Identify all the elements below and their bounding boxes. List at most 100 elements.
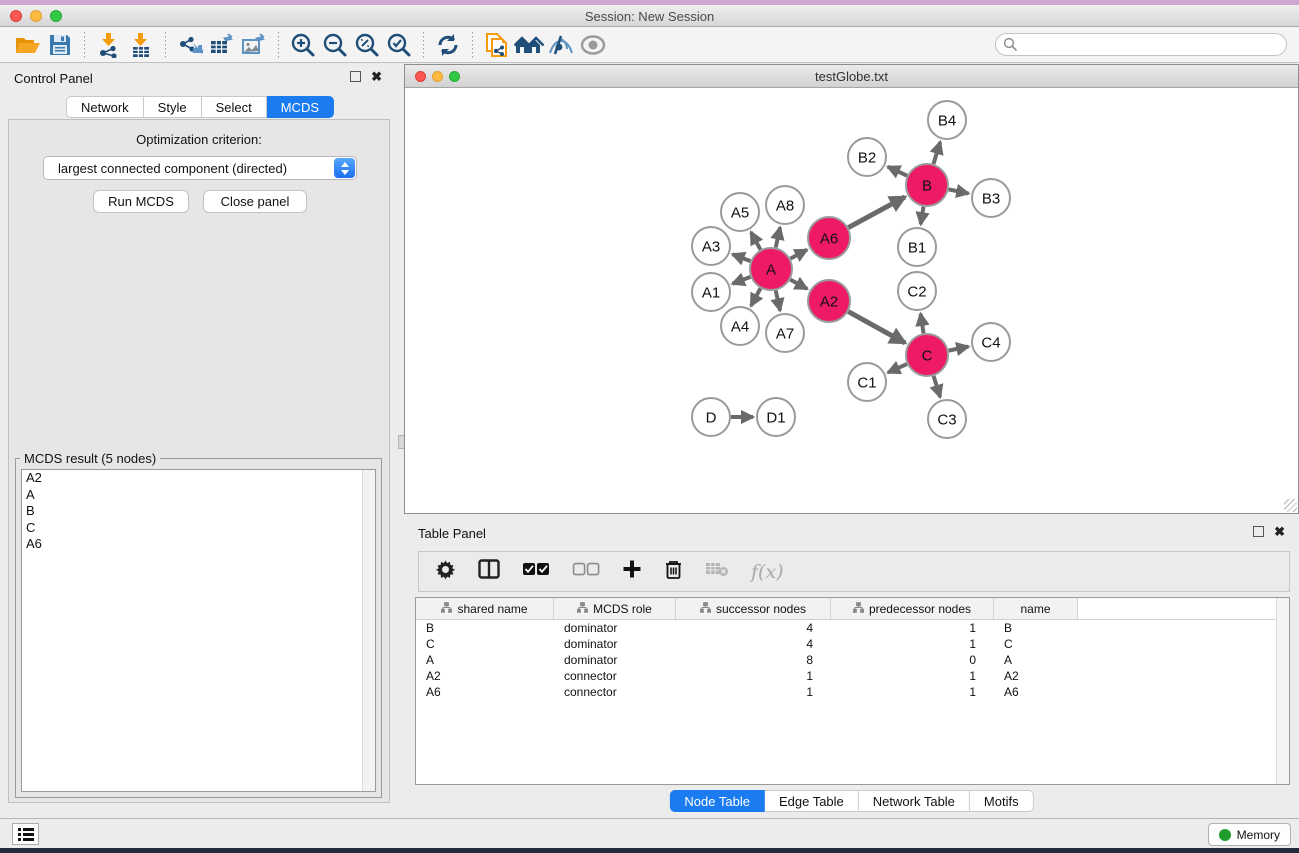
task-history-button[interactable] [12, 823, 39, 845]
table-tab-edge-table[interactable]: Edge Table [765, 790, 859, 812]
edge-A6-B[interactable] [848, 197, 905, 228]
graph-node-A[interactable]: A [750, 248, 792, 290]
graph-node-C3[interactable]: C3 [928, 400, 966, 438]
tab-mcds[interactable]: MCDS [267, 96, 334, 118]
float-table-panel-icon[interactable] [1253, 526, 1264, 537]
graph-node-A4[interactable]: A4 [721, 307, 759, 345]
table-row[interactable]: A6connector11A6 [416, 684, 1289, 700]
result-scrollbar[interactable] [362, 470, 375, 791]
table-tab-motifs[interactable]: Motifs [970, 790, 1034, 812]
import-table-icon[interactable] [125, 30, 157, 60]
column-header-shared-name[interactable]: shared name [416, 598, 554, 619]
first-neighbors-icon[interactable] [513, 30, 545, 60]
network-canvas[interactable]: B4 B2 B B3 A8A5 A6 A3 B1 A A1 C2 A2 A4A7 C4 C C1 C3 D D1 [405, 88, 1298, 513]
mcds-result-item[interactable]: C [22, 520, 375, 537]
table-scrollbar[interactable] [1276, 598, 1289, 784]
edge-B-B1[interactable] [921, 207, 924, 225]
table-row[interactable]: Bdominator41B [416, 620, 1289, 636]
graph-node-A7[interactable]: A7 [766, 314, 804, 352]
show-graphics-details-icon[interactable] [545, 30, 577, 60]
memory-button[interactable]: Memory [1208, 823, 1291, 846]
table-row[interactable]: A2connector11A2 [416, 668, 1289, 684]
edge-A-A8[interactable] [776, 227, 780, 247]
apply-layout-icon[interactable] [432, 30, 464, 60]
add-column-icon[interactable] [622, 559, 642, 584]
graph-node-B2[interactable]: B2 [848, 138, 886, 176]
column-header-predecessor-nodes[interactable]: predecessor nodes [831, 598, 994, 619]
edge-A-A7[interactable] [776, 290, 780, 310]
graph-node-B3[interactable]: B3 [972, 179, 1010, 217]
mcds-result-item[interactable]: B [22, 503, 375, 520]
column-header-mcds-role[interactable]: MCDS role [554, 598, 676, 619]
duplicate-network-icon[interactable] [481, 30, 513, 60]
save-session-icon[interactable] [44, 30, 76, 60]
edge-A-A4[interactable] [751, 288, 761, 305]
table-tab-node-table[interactable]: Node Table [669, 790, 765, 812]
open-file-icon[interactable] [12, 30, 44, 60]
edge-A-A6[interactable] [790, 250, 807, 259]
search-input[interactable] [995, 33, 1287, 56]
graph-node-A2[interactable]: A2 [808, 280, 850, 322]
edge-B-B2[interactable] [888, 167, 907, 176]
export-table-icon[interactable] [206, 30, 238, 60]
tab-network[interactable]: Network [66, 96, 144, 118]
run-mcds-button[interactable]: Run MCDS [93, 190, 189, 213]
edge-C-C2[interactable] [921, 314, 924, 334]
table-row[interactable]: Adominator80A [416, 652, 1289, 668]
optimization-criterion-select[interactable]: largest connected component (directed) [43, 156, 357, 180]
gear-icon[interactable] [435, 559, 456, 585]
tab-style[interactable]: Style [144, 96, 202, 118]
edge-A-A2[interactable] [790, 280, 807, 289]
node-table[interactable]: shared nameMCDS rolesuccessor nodesprede… [415, 597, 1290, 785]
graph-node-B4[interactable]: B4 [928, 101, 966, 139]
edge-A-A5[interactable] [751, 232, 761, 249]
zoom-out-icon[interactable] [319, 30, 351, 60]
graph-node-A8[interactable]: A8 [766, 186, 804, 224]
table-tab-network-table[interactable]: Network Table [859, 790, 970, 812]
graph-node-C1[interactable]: C1 [848, 363, 886, 401]
close-panel-button[interactable]: Close panel [203, 190, 307, 213]
close-table-panel-icon[interactable]: ✖ [1274, 526, 1285, 537]
graph-node-A1[interactable]: A1 [692, 273, 730, 311]
unselect-all-columns-icon[interactable] [572, 562, 600, 581]
edge-A2-C[interactable] [848, 312, 905, 343]
graph-node-A6[interactable]: A6 [808, 217, 850, 259]
graph-node-A5[interactable]: A5 [721, 193, 759, 231]
graph-node-C2[interactable]: C2 [898, 272, 936, 310]
edge-B-B4[interactable] [933, 142, 940, 164]
edge-A-A3[interactable] [732, 254, 750, 261]
graph-node-C[interactable]: C [906, 334, 948, 376]
split-columns-icon[interactable] [478, 559, 500, 584]
resize-grip-icon[interactable] [1284, 499, 1297, 512]
hide-details-icon[interactable] [577, 30, 609, 60]
export-network-icon[interactable] [174, 30, 206, 60]
mcds-result-list[interactable]: A2ABCA6 [21, 469, 376, 792]
edge-C-C1[interactable] [888, 364, 907, 373]
edge-C-C3[interactable] [934, 376, 941, 397]
column-header-successor-nodes[interactable]: successor nodes [676, 598, 831, 619]
table-row[interactable]: Cdominator41C [416, 636, 1289, 652]
graph-node-C4[interactable]: C4 [972, 323, 1010, 361]
tab-select[interactable]: Select [202, 96, 267, 118]
export-image-icon[interactable] [238, 30, 270, 60]
mcds-result-item[interactable]: A2 [22, 470, 375, 487]
mcds-result-item[interactable]: A6 [22, 536, 375, 553]
select-all-columns-icon[interactable] [522, 562, 550, 581]
edge-C-C4[interactable] [949, 347, 969, 351]
mcds-result-item[interactable]: A [22, 487, 375, 504]
import-network-icon[interactable] [93, 30, 125, 60]
edge-A-A1[interactable] [732, 277, 750, 284]
float-panel-icon[interactable] [350, 71, 361, 82]
column-header-name[interactable]: name [994, 598, 1078, 619]
zoom-selected-icon[interactable] [383, 30, 415, 60]
zoom-in-icon[interactable] [287, 30, 319, 60]
graph-node-B[interactable]: B [906, 164, 948, 206]
graph-node-A3[interactable]: A3 [692, 227, 730, 265]
graph-node-D1[interactable]: D1 [757, 398, 795, 436]
close-panel-icon[interactable]: ✖ [371, 71, 382, 82]
delete-column-icon[interactable] [664, 559, 683, 585]
edge-B-B3[interactable] [949, 189, 969, 193]
zoom-fit-icon[interactable] [351, 30, 383, 60]
graph-node-B1[interactable]: B1 [898, 228, 936, 266]
graph-node-D[interactable]: D [692, 398, 730, 436]
